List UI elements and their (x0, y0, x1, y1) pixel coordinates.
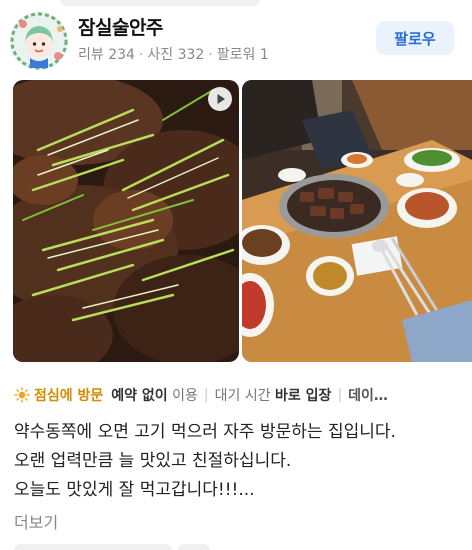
review-line: 오늘도 맛있게 잘 먹고갑니다!!!... (14, 480, 255, 500)
food-photo-grill (13, 80, 239, 362)
review-count: 리뷰 234 (78, 47, 135, 63)
review-line: 약수동쪽에 오면 고기 먹으러 자주 방문하는 집입니다. (14, 422, 396, 442)
avatar[interactable] (10, 12, 68, 70)
tag-more: 데이… (348, 388, 388, 404)
follow-button[interactable]: 팔로우 (376, 21, 454, 55)
separator-dot: · (208, 47, 213, 63)
tag-reservation-strong: 예약 없이 (111, 388, 168, 404)
photo-count: 사진 332 (147, 47, 205, 63)
sun-icon (14, 387, 30, 403)
follower-count: 팔로워 1 (216, 47, 269, 63)
visit-tags: 점심에 방문 예약 없이 이용 | 대기 시간 바로 입장 | 데이… (14, 384, 472, 406)
food-photo-table (242, 80, 472, 362)
review-header: 잠실술안주 리뷰 234 · 사진 332 · 팔로워 1 팔로우 (0, 0, 472, 78)
tag-wait-label: 대기 시간 (214, 388, 276, 404)
review-photo-1[interactable] (13, 80, 239, 362)
separator-dot: · (138, 47, 144, 63)
tag-divider: | (337, 387, 343, 403)
bottom-chip (14, 544, 172, 550)
review-photo-2[interactable] (242, 80, 472, 362)
tag-divider: | (203, 387, 209, 403)
review-text[interactable]: 약수동쪽에 오면 고기 먹으러 자주 방문하는 집입니다. 오랜 업력만큼 늘 … (14, 418, 464, 505)
review-line: 오랜 업력만큼 늘 맛있고 친절하십니다. (14, 451, 292, 471)
tag-reservation: 예약 없이 이용 (111, 385, 198, 405)
profile-stats: 리뷰 234 · 사진 332 · 팔로워 1 (78, 44, 269, 64)
tag-wait-strong: 바로 입장 (275, 388, 332, 404)
tag-reservation-rest: 이용 (167, 388, 198, 404)
profile-name[interactable]: 잠실술안주 (78, 13, 163, 40)
read-more-link[interactable]: 더보기 (14, 509, 58, 533)
tag-wait: 대기 시간 바로 입장 (215, 385, 332, 405)
tag-visit-time: 점심에 방문 (34, 388, 104, 404)
play-icon[interactable] (208, 87, 232, 111)
bottom-chip (178, 544, 210, 550)
